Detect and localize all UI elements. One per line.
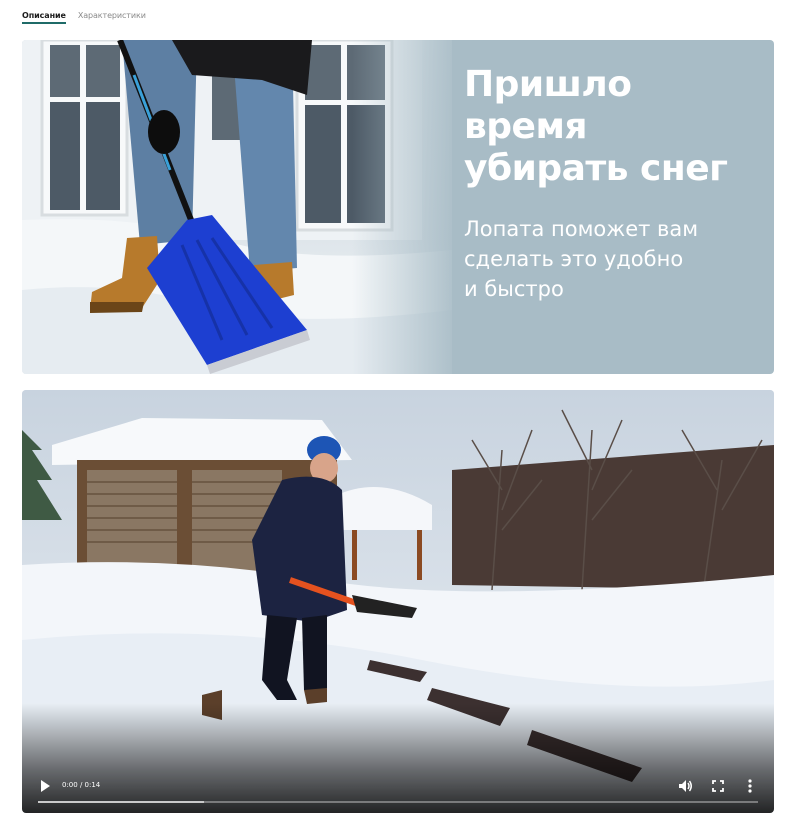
banner-subtitle-line1: Лопата поможет вам <box>464 217 699 241</box>
banner-subtitle-line2: сделать это удобно <box>464 247 684 271</box>
banner-subtitle: Лопата поможет вам сделать это удобно и … <box>464 214 734 304</box>
video-time: 0:00 / 0:14 <box>62 781 101 789</box>
video-progress-buffered <box>38 801 204 803</box>
video-player[interactable]: 0:00 / 0:14 <box>22 390 774 813</box>
tab-description[interactable]: Описание <box>22 0 66 24</box>
banner-subtitle-line3: и быстро <box>464 277 564 301</box>
banner-fade <box>352 40 462 374</box>
description-tabs: Описание Характеристики <box>22 0 146 28</box>
video-controls: 0:00 / 0:14 <box>22 767 774 813</box>
tab-characteristics[interactable]: Характеристики <box>78 0 146 24</box>
more-vert-icon <box>748 779 752 793</box>
banner-title-line2: убирать снег <box>464 148 728 189</box>
banner-text: Пришло время убирать снег Лопата поможет… <box>464 64 764 304</box>
fullscreen-icon <box>712 780 724 792</box>
play-button[interactable] <box>38 779 52 793</box>
banner-title: Пришло время убирать снег <box>464 64 764 190</box>
promo-banner: Пришло время убирать снег Лопата поможет… <box>22 40 774 374</box>
volume-button[interactable] <box>677 778 693 794</box>
more-options-button[interactable] <box>744 778 756 794</box>
volume-icon <box>679 780 692 792</box>
fullscreen-button[interactable] <box>710 778 726 794</box>
banner-title-line1: Пришло время <box>464 64 632 147</box>
video-progress-bar[interactable] <box>38 801 758 803</box>
play-icon <box>41 780 50 792</box>
